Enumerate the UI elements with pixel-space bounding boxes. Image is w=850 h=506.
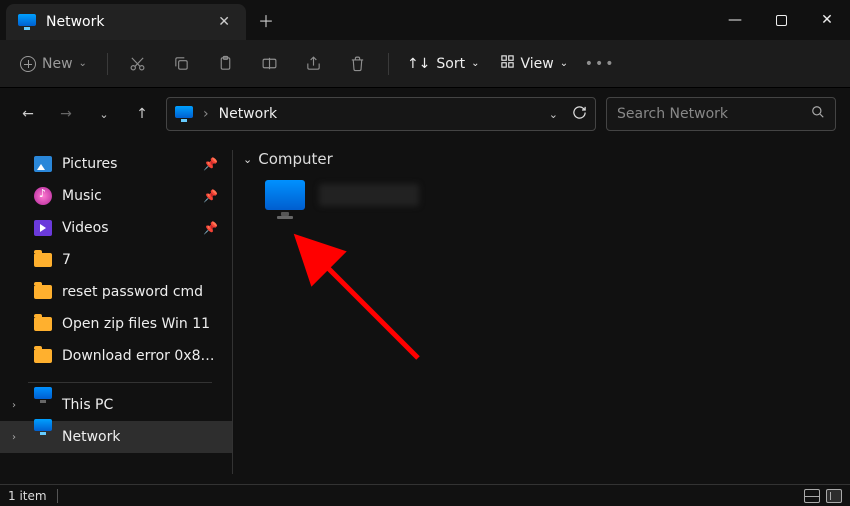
chevron-down-icon: ⌄ [560,58,568,69]
this-pc-icon [34,387,52,399]
music-icon [34,187,52,205]
window-close-button[interactable]: ✕ [804,0,850,40]
breadcrumb-separator: › [203,106,209,122]
status-bar: 1 item [0,484,850,506]
chevron-right-icon[interactable]: › [12,400,16,411]
sidebar-item-network[interactable]: › Network [0,421,232,453]
window-minimize-button[interactable]: — [712,0,758,40]
search-input[interactable] [617,106,803,122]
body-region: Pictures 📌 Music 📌 Videos 📌 7 reset pass… [0,140,850,484]
sidebar-item-music[interactable]: Music 📌 [0,180,232,212]
folder-icon [34,253,52,267]
pin-icon: 📌 [203,221,218,235]
sort-icon: ↑↓ [407,56,430,72]
address-bar[interactable]: › Network ⌄ [166,97,596,131]
plus-circle-icon [20,56,36,72]
network-icon [175,106,193,118]
view-button[interactable]: View ⌄ [492,48,577,79]
computer-item[interactable] [261,174,850,216]
delete-button[interactable] [338,46,378,82]
sidebar-item-pictures[interactable]: Pictures 📌 [0,148,232,180]
tab-close-button[interactable]: ✕ [214,14,234,30]
title-bar: Network ✕ ＋ — ✕ [0,0,850,40]
address-dropdown-button[interactable]: ⌄ [549,108,558,121]
breadcrumb-network[interactable]: Network [219,106,277,122]
sidebar-item-folder[interactable]: Download error 0x802 [0,340,232,372]
share-button[interactable] [294,46,334,82]
sidebar-item-folder[interactable]: reset password cmd [0,276,232,308]
sidebar-separator [28,382,212,383]
pin-icon: 📌 [203,157,218,171]
new-button-label: New [42,56,73,72]
sidebar-item-label: Download error 0x802 [34,348,218,364]
sidebar-item-this-pc[interactable]: › This PC [0,389,232,421]
sidebar-item-label: Network [34,429,120,445]
chevron-down-icon: ⌄ [471,58,479,69]
paste-button[interactable] [206,46,246,82]
sidebar-item-folder[interactable]: 7 [0,244,232,276]
chevron-down-icon: ⌄ [243,153,252,166]
sidebar-item-label: reset password cmd [34,284,203,300]
network-icon [18,14,36,26]
more-button[interactable]: ••• [580,46,620,82]
titlebar-drag-region [286,0,712,40]
folder-icon [34,317,52,331]
network-icon [34,419,52,431]
large-icons-view-button[interactable] [826,489,842,503]
sort-label: Sort [436,56,465,72]
group-header-computer[interactable]: ⌄ Computer [241,150,850,168]
tab-network[interactable]: Network ✕ [6,4,246,40]
chevron-right-icon[interactable]: › [12,432,16,443]
tab-title: Network [46,14,104,30]
sort-button[interactable]: ↑↓ Sort ⌄ [399,50,488,78]
details-view-button[interactable] [804,489,820,503]
sidebar-item-label: Open zip files Win 11 [34,316,210,332]
navigation-pane: Pictures 📌 Music 📌 Videos 📌 7 reset pass… [0,140,232,484]
cut-button[interactable] [118,46,158,82]
view-label: View [521,56,554,72]
separator [107,53,108,75]
separator [388,53,389,75]
status-item-count: 1 item [8,489,47,503]
new-tab-button[interactable]: ＋ [246,0,286,40]
view-icon [500,54,515,73]
back-button[interactable]: ← [14,100,42,128]
chevron-down-icon: ⌄ [79,58,87,69]
search-box[interactable] [606,97,836,131]
computer-name-redacted [319,184,419,206]
computer-icon [265,180,305,210]
group-label: Computer [258,150,333,168]
pictures-icon [34,156,52,172]
separator [57,489,58,503]
forward-button[interactable]: → [52,100,80,128]
videos-icon [34,220,52,236]
search-icon [811,105,825,123]
copy-button[interactable] [162,46,202,82]
refresh-button[interactable] [572,105,587,124]
rename-button[interactable] [250,46,290,82]
new-button[interactable]: New ⌄ [10,50,97,78]
folder-icon [34,349,52,363]
window-maximize-button[interactable] [758,0,804,40]
sidebar-item-videos[interactable]: Videos 📌 [0,212,232,244]
up-button[interactable]: ↑ [128,100,156,128]
toolbar: New ⌄ ↑↓ Sort ⌄ View ⌄ ••• [0,40,850,88]
content-pane: ⌄ Computer [233,140,850,484]
folder-icon [34,285,52,299]
sidebar-item-folder[interactable]: Open zip files Win 11 [0,308,232,340]
navigation-bar: ← → ⌄ ↑ › Network ⌄ [0,88,850,140]
pin-icon: 📌 [203,189,218,203]
recent-locations-button[interactable]: ⌄ [90,100,118,128]
